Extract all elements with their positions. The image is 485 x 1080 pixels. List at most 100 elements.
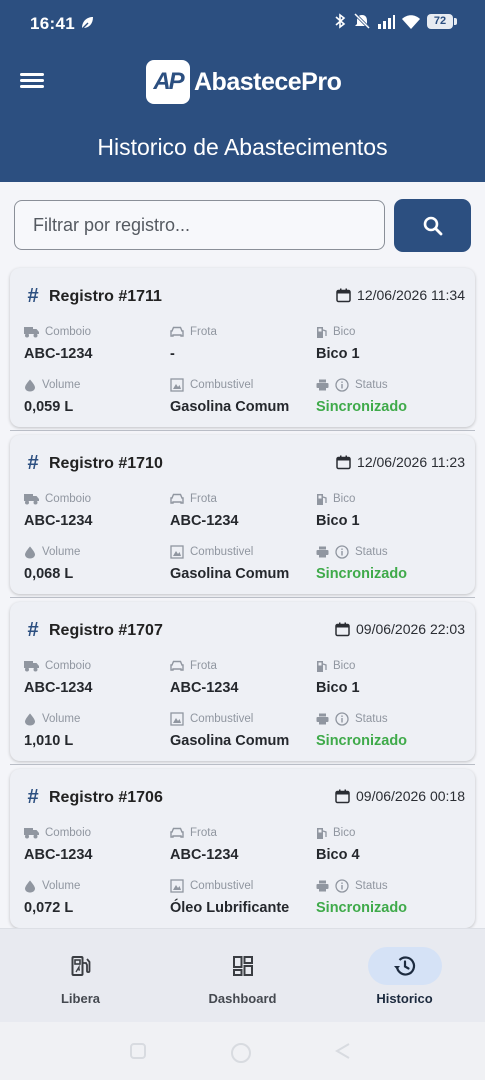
field-volume: Volume 0,072 L bbox=[24, 878, 164, 916]
car-icon bbox=[170, 827, 184, 838]
truck-icon bbox=[24, 828, 39, 839]
field-value: 1,010 L bbox=[24, 733, 74, 749]
recents-button[interactable] bbox=[129, 1042, 147, 1060]
record-card[interactable]: # Registro #1707 09/06/2026 22:03 Comboio… bbox=[10, 602, 475, 761]
field-comboio: Comboio ABC-1234 bbox=[24, 658, 164, 696]
record-title: Registro #1711 bbox=[49, 287, 162, 305]
drop-icon bbox=[25, 379, 35, 391]
nav-active-indicator bbox=[367, 947, 442, 985]
record-card[interactable]: # Registro #1711 12/06/2026 11:34 Comboio… bbox=[10, 268, 475, 427]
app-logo: AP AbastecePro bbox=[146, 60, 342, 104]
record-title: Registro #1710 bbox=[49, 454, 163, 472]
bluetooth-icon bbox=[335, 13, 346, 29]
print-icon bbox=[316, 713, 329, 725]
calendar-icon bbox=[335, 789, 350, 803]
field-volume: Volume 1,010 L bbox=[24, 711, 164, 749]
nav-label-dashboard: Dashboard bbox=[208, 991, 277, 1006]
record-datetime: 09/06/2026 22:03 bbox=[356, 621, 465, 637]
fuel-pump-icon bbox=[71, 956, 90, 976]
hash-icon: # bbox=[27, 285, 39, 307]
field-frota: Frota ABC-1234 bbox=[170, 491, 310, 529]
print-icon bbox=[316, 880, 329, 892]
field-value: Óleo Lubrificante bbox=[170, 900, 290, 916]
record-title: Registro #1707 bbox=[49, 621, 163, 639]
nav-label-libera: Libera bbox=[60, 991, 100, 1006]
field-bico: Bico Bico 1 bbox=[316, 658, 456, 696]
field-value: ABC-1234 bbox=[170, 513, 239, 529]
status-value: Sincronizado bbox=[316, 566, 408, 582]
field-comboio: Comboio ABC-1234 bbox=[24, 491, 164, 529]
field-bico: Bico Bico 1 bbox=[316, 324, 456, 362]
car-icon bbox=[170, 493, 184, 504]
status-icons: 72 bbox=[333, 13, 457, 29]
home-button[interactable] bbox=[230, 1042, 252, 1064]
nozzle-icon bbox=[317, 827, 327, 839]
status-bar: 16:41 72 bbox=[0, 0, 485, 46]
nozzle-icon bbox=[317, 326, 327, 338]
info-icon bbox=[335, 378, 349, 392]
nav-item-dashboard[interactable]: Dashboard bbox=[162, 929, 323, 1023]
logo-text: AbastecePro bbox=[194, 67, 342, 96]
search-input[interactable] bbox=[14, 200, 385, 250]
hash-icon: # bbox=[27, 452, 39, 474]
field-value: Gasolina Comum bbox=[170, 399, 290, 415]
field-status: Status Sincronizado bbox=[316, 544, 456, 582]
signal-icon bbox=[378, 14, 395, 29]
fuel-icon bbox=[170, 378, 184, 392]
field-value: ABC-1234 bbox=[170, 680, 239, 696]
app-header: 16:41 72 AP AbastecePro Historico de Aba… bbox=[0, 0, 485, 182]
field-value: ABC-1234 bbox=[24, 847, 93, 863]
records-list[interactable]: # Registro #1711 12/06/2026 11:34 Comboio… bbox=[0, 262, 485, 928]
bottom-navigation: Libera Dashboard Historico bbox=[0, 928, 485, 1022]
drop-icon bbox=[25, 546, 35, 558]
nozzle-icon bbox=[317, 493, 327, 505]
field-value: ABC-1234 bbox=[24, 346, 93, 362]
status-value: Sincronizado bbox=[316, 399, 408, 415]
car-icon bbox=[170, 660, 184, 671]
leaf-icon bbox=[81, 17, 93, 30]
field-value: Bico 1 bbox=[316, 680, 360, 696]
record-card[interactable]: # Registro #1706 09/06/2026 00:18 Comboio… bbox=[10, 769, 475, 928]
mute-icon bbox=[353, 13, 371, 29]
calendar-icon bbox=[335, 622, 350, 636]
system-navigation-bar bbox=[0, 1022, 485, 1080]
search-button[interactable] bbox=[394, 199, 471, 252]
field-value: 0,072 L bbox=[24, 900, 74, 916]
divider bbox=[10, 430, 475, 431]
field-frota: Frota - bbox=[170, 324, 310, 362]
page-title: Historico de Abastecimentos bbox=[97, 134, 388, 160]
field-combustivel: Combustivel Óleo Lubrificante bbox=[170, 878, 310, 916]
status-value: Sincronizado bbox=[316, 900, 408, 916]
field-value: ABC-1234 bbox=[170, 847, 239, 863]
field-value: ABC-1234 bbox=[24, 680, 93, 696]
nav-label-historico: Historico bbox=[376, 991, 433, 1006]
car-icon bbox=[170, 326, 184, 337]
field-combustivel: Combustivel Gasolina Comum bbox=[170, 544, 310, 582]
info-icon bbox=[335, 712, 349, 726]
record-card[interactable]: # Registro #1710 12/06/2026 11:23 Comboio… bbox=[10, 435, 475, 594]
fuel-icon bbox=[170, 712, 184, 726]
field-status: Status Sincronizado bbox=[316, 878, 456, 916]
drop-icon bbox=[25, 880, 35, 892]
field-value: Bico 1 bbox=[316, 513, 360, 529]
back-button[interactable] bbox=[334, 1042, 352, 1060]
status-time: 16:41 bbox=[30, 14, 75, 33]
field-value: 0,059 L bbox=[24, 399, 74, 415]
nav-item-historico[interactable]: Historico bbox=[324, 929, 485, 1023]
field-combustivel: Combustivel Gasolina Comum bbox=[170, 377, 310, 415]
search-icon bbox=[423, 216, 442, 235]
truck-icon bbox=[24, 494, 39, 505]
calendar-icon bbox=[336, 288, 351, 302]
status-value: Sincronizado bbox=[316, 733, 408, 749]
field-value: 0,068 L bbox=[24, 566, 74, 582]
history-icon bbox=[393, 956, 415, 976]
truck-icon bbox=[24, 327, 39, 338]
menu-button[interactable] bbox=[20, 70, 48, 94]
nav-item-libera[interactable]: Libera bbox=[0, 929, 161, 1023]
record-title: Registro #1706 bbox=[49, 788, 163, 806]
truck-icon bbox=[24, 661, 39, 672]
logo-mark: AP bbox=[146, 60, 190, 104]
hash-icon: # bbox=[27, 619, 39, 641]
wifi-icon bbox=[402, 14, 420, 29]
print-icon bbox=[316, 546, 329, 558]
